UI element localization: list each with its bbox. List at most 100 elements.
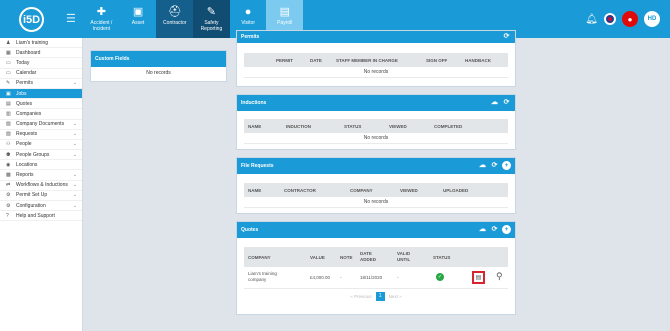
sidebar-item-label: Quotes xyxy=(16,100,33,107)
sidebar-item-label: Locations xyxy=(16,161,38,168)
help-icon: ? xyxy=(6,212,9,219)
sidebar-item-label: Companies xyxy=(16,110,42,117)
header-right: 🔔︎ ● HD xyxy=(585,0,670,38)
location-icon: ◉ xyxy=(6,161,11,168)
sidebar-item-permits[interactable]: ✎ Permits ⌄ xyxy=(0,79,82,89)
sidebar-item-locations[interactable]: ◉ Locations xyxy=(0,160,82,171)
nav-asset[interactable]: ▣ Asset xyxy=(120,0,157,38)
chevron-down-icon[interactable]: ⌄ xyxy=(73,182,77,188)
sidebar-item-label: Today xyxy=(16,59,30,66)
sidebar-item-liam-s-training[interactable]: ♟ Liam's training xyxy=(0,38,82,49)
cloud-upload-icon[interactable]: ☁ xyxy=(490,98,499,107)
person-icon: ♟ xyxy=(6,39,11,46)
refresh-icon[interactable]: ⟳ xyxy=(490,225,499,234)
refresh-icon[interactable]: ⟳ xyxy=(502,32,511,41)
sidebar-item-configuration[interactable]: ⚙ Configuration ⌄ xyxy=(0,201,82,212)
file-requests-table-header: NAME CONTRACTOR COMPANY VIEWED UPLOADED xyxy=(244,183,508,197)
custom-fields-header: Custom Fields xyxy=(91,51,226,67)
refresh-icon[interactable]: ⟳ xyxy=(502,98,511,107)
refresh-icon[interactable]: ⟳ xyxy=(490,161,499,170)
sidebar: ♟ Liam's training ▦ Dashboard ▭ Today ▭ Calenda… xyxy=(0,38,83,331)
file-requests-panel: File Requests ☁ ⟳ + NAME CONTRACTOR COMPAN… xyxy=(236,157,516,214)
sidebar-item-requests[interactable]: ▨ Requests ⌄ xyxy=(0,130,82,140)
next-page-button[interactable]: Next » xyxy=(389,294,402,299)
permits-empty: No records xyxy=(244,67,508,78)
sidebar-item-label: Reports xyxy=(16,172,34,179)
approved-check-icon: ✓ xyxy=(436,273,444,281)
table-row: Liam's training company £4,000.00 - 18/1… xyxy=(244,267,508,289)
chevron-down-icon[interactable]: ⌄ xyxy=(73,141,77,147)
sidebar-item-label: Requests xyxy=(16,131,38,138)
sidebar-item-reports[interactable]: ▩ Reports ⌄ xyxy=(0,170,82,181)
sidebar-item-today[interactable]: ▭ Today xyxy=(0,58,82,69)
chevron-down-icon[interactable]: ⌄ xyxy=(73,131,77,137)
app-logo[interactable]: i5D xyxy=(19,7,44,32)
sidebar-item-people[interactable]: ⚇ People ⌄ xyxy=(0,140,82,151)
sidebar-item-label: People xyxy=(16,141,32,148)
pdf-download-button[interactable]: ▤ xyxy=(472,271,485,284)
add-icon[interactable]: + xyxy=(502,161,511,170)
nav-accident-incident[interactable]: ✚ Accident / Incident xyxy=(83,0,120,38)
custom-fields-panel: Custom Fields No records xyxy=(90,50,227,82)
cloud-upload-icon[interactable]: ☁ xyxy=(478,161,487,170)
sidebar-item-label: Permits xyxy=(16,80,33,87)
group-icon: ⚉ xyxy=(6,151,11,158)
quotes-table-header: COMPANY VALUE NOTE DATE ADDED VALID UNTI… xyxy=(244,247,508,267)
nav-contractor[interactable]: ⛑ Contractor xyxy=(156,0,194,38)
document-icon: ▤ xyxy=(475,275,482,281)
chevron-down-icon[interactable]: ⌄ xyxy=(73,152,77,158)
inductions-panel: Inductions ☁ ⟳ NAME INDUCTION STATUS VIEW… xyxy=(236,94,516,150)
sidebar-item-company-documents[interactable]: ▧ Company Documents ⌄ xyxy=(0,120,82,130)
avatar[interactable]: HD xyxy=(644,11,660,27)
sidebar-item-calendar[interactable]: ▭ Calendar xyxy=(0,69,82,79)
sidebar-item-label: Permit Set Up xyxy=(16,192,48,199)
vodafone-logo-icon[interactable]: ● xyxy=(622,11,638,27)
sidebar-item-dashboard[interactable]: ▦ Dashboard xyxy=(0,48,82,59)
sidebar-item-label: Configuration xyxy=(16,202,46,209)
first-aid-bag-icon: ✚ xyxy=(96,6,106,18)
sidebar-item-label: Company Documents xyxy=(16,121,65,128)
search-icon[interactable]: ⚲ xyxy=(496,271,503,282)
sidebar-item-label: Liam's training xyxy=(16,39,49,46)
chevron-down-icon[interactable]: ⌄ xyxy=(73,121,77,127)
chevron-down-icon[interactable]: ⌄ xyxy=(73,203,77,209)
clipboard-icon: ✎ xyxy=(206,6,217,18)
page-1-button[interactable]: 1 xyxy=(375,291,385,301)
document-icon: ▤ xyxy=(6,100,11,107)
sidebar-item-label: Dashboard xyxy=(16,49,41,56)
sidebar-item-help-and-support[interactable]: ? Help and Support xyxy=(0,211,82,222)
chevron-down-icon[interactable]: ⌄ xyxy=(73,192,77,198)
add-icon[interactable]: + xyxy=(502,225,511,234)
sidebar-item-people-groups[interactable]: ⚉ People Groups ⌄ xyxy=(0,150,82,161)
money-icon: ▤ xyxy=(279,6,290,18)
sidebar-item-label: People Groups xyxy=(16,151,50,158)
quotes-header: Quotes ☁ ⟳ + xyxy=(237,222,515,238)
cloud-upload-icon[interactable]: ☁ xyxy=(478,225,487,234)
chart-icon: ▩ xyxy=(6,172,11,179)
bell-icon[interactable]: 🔔︎ xyxy=(585,14,598,25)
uk-flag-icon[interactable] xyxy=(604,13,616,25)
sidebar-item-label: Help and Support xyxy=(16,212,55,219)
previous-page-button[interactable]: « Previous xyxy=(350,294,371,299)
hamburger-icon[interactable]: ☰ xyxy=(66,12,76,25)
sidebar-item-workflows-inductions[interactable]: ⇄ Workflows & Inductions ⌄ xyxy=(0,181,82,191)
calendar-icon: ▭ xyxy=(6,70,11,77)
nav-safety-reporting[interactable]: ✎ Safety Reporting xyxy=(193,0,230,38)
dashboard-icon: ▦ xyxy=(6,49,11,56)
cube-icon: ▣ xyxy=(132,6,144,18)
sidebar-item-permit-set-up[interactable]: ⚙ Permit Set Up ⌄ xyxy=(0,191,82,201)
inductions-table-header: NAME INDUCTION STATUS VIEWED COMPLETED xyxy=(244,119,508,133)
chevron-down-icon[interactable]: ⌄ xyxy=(73,172,77,178)
sidebar-item-quotes[interactable]: ▤ Quotes xyxy=(0,99,82,110)
people-icon: ⚇ xyxy=(6,141,11,148)
workflow-icon: ⇄ xyxy=(6,182,11,189)
permits-header: Permits ⟳ xyxy=(237,31,515,43)
sidebar-item-jobs[interactable]: ▣ Jobs xyxy=(0,88,82,100)
chevron-down-icon[interactable]: ⌄ xyxy=(73,80,77,86)
sidebar-item-label: Calendar xyxy=(16,70,37,77)
sidebar-item-label: Workflows & Inductions xyxy=(16,182,68,189)
permit-icon: ✎ xyxy=(6,80,11,87)
sidebar-item-companies[interactable]: ▥ Companies xyxy=(0,109,82,120)
sidebar-item-label: Jobs xyxy=(16,90,27,97)
permits-table-header: PERMIT DATE STAFF MEMBER IN CHARGE SIGN … xyxy=(244,53,508,67)
